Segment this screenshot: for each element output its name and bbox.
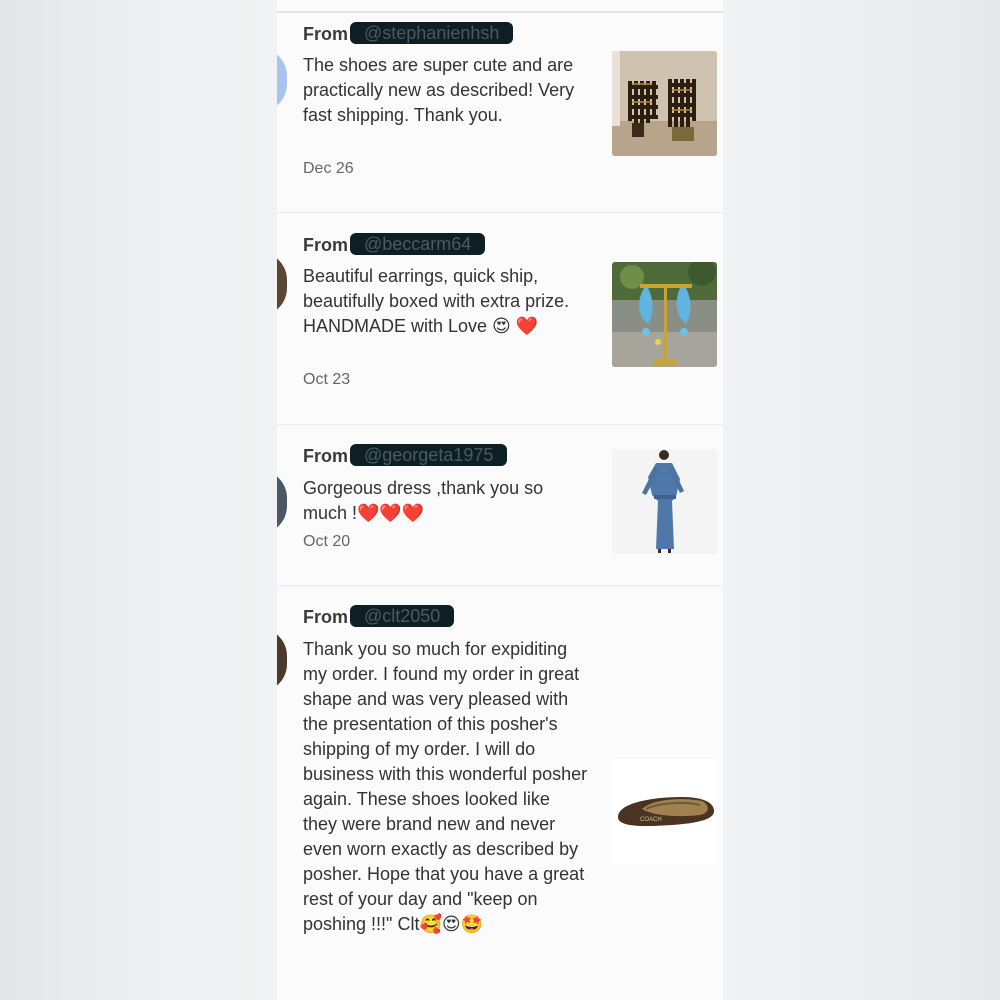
- review-from-line: From @clt2050: [303, 605, 455, 628]
- review-divider: [277, 585, 723, 586]
- review-date: Oct 23: [303, 371, 351, 388]
- from-label: From: [303, 446, 348, 466]
- product-thumbnail-link[interactable]: [612, 262, 717, 367]
- reviewer-avatar[interactable]: [277, 470, 287, 534]
- blue-earrings-image: [612, 262, 717, 367]
- from-label: From: [303, 607, 348, 627]
- reviewer-avatar[interactable]: [277, 628, 287, 692]
- review-divider: [277, 212, 723, 213]
- review-from-line: From @beccarm64: [303, 233, 486, 256]
- blue-dress-image: [612, 449, 717, 554]
- review-date: Oct 20: [303, 533, 351, 550]
- reviewer-avatar[interactable]: [277, 48, 287, 112]
- reviewer-handle-link[interactable]: @clt2050: [349, 605, 455, 627]
- reviewer-handle-link[interactable]: @georgeta1975: [349, 444, 508, 466]
- review-text: Gorgeous dress ,thank you so much !❤️❤️❤…: [303, 478, 544, 523]
- from-label: From: [303, 24, 348, 44]
- reviewer-handle-text: @georgeta1975: [364, 445, 494, 465]
- top-divider: [277, 11, 723, 13]
- review-text: The shoes are super cute and are practic…: [303, 55, 575, 125]
- reviewer-handle-text: @clt2050: [364, 606, 441, 626]
- blurred-background-left: [0, 0, 277, 1000]
- review-date: Dec 26: [303, 160, 354, 177]
- reviewer-handle-link[interactable]: @stephanienhsh: [349, 22, 514, 44]
- from-label: From: [303, 235, 348, 255]
- svg-text:COACH: COACH: [640, 817, 662, 823]
- product-thumbnail-link[interactable]: COACH: [612, 759, 717, 864]
- review-text: Thank you so much for expiditing my orde…: [303, 639, 588, 934]
- reviewer-handle-link[interactable]: @beccarm64: [349, 233, 486, 255]
- flat-shoe-image: COACH: [612, 759, 717, 864]
- review-from-line: From @georgeta1975: [303, 444, 508, 467]
- product-thumbnail-link[interactable]: [612, 51, 717, 156]
- reviewer-handle-text: @stephanienhsh: [364, 23, 500, 43]
- blurred-background-right: [723, 0, 1000, 1000]
- reviewer-handle-text: @beccarm64: [364, 234, 472, 254]
- strappy-heels-image: [612, 51, 717, 156]
- review-divider: [277, 424, 723, 425]
- reviews-panel[interactable]: From @stephanienhsh The shoes are super c…: [277, 0, 723, 1000]
- reviewer-avatar[interactable]: [277, 252, 287, 316]
- review-from-line: From @stephanienhsh: [303, 22, 514, 45]
- review-text: Beautiful earrings, quick ship, beautifu…: [303, 266, 570, 336]
- product-thumbnail-link[interactable]: [612, 449, 717, 554]
